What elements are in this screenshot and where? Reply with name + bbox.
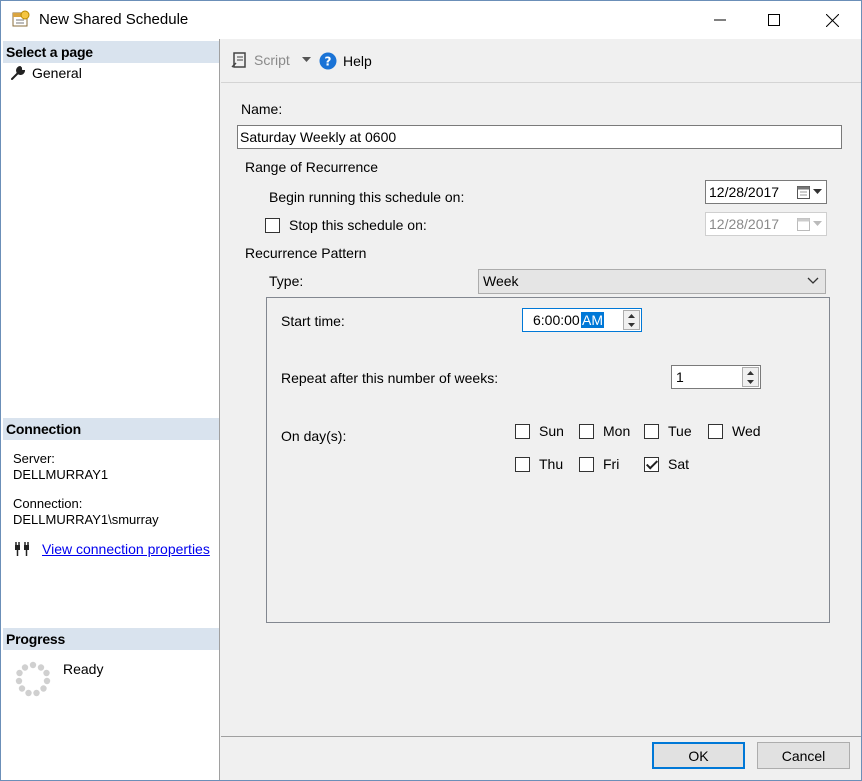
chevron-down-icon [807,277,819,284]
connection-value: DELLMURRAY1\smurray [13,512,159,527]
schedule-icon [12,10,30,27]
help-button[interactable]: ? Help [319,52,372,70]
day-sat-label: Sat [668,456,690,472]
progress-header: Progress [3,628,219,650]
stop-schedule-checkbox[interactable] [265,218,280,233]
connection-header: Connection [3,418,219,440]
maximize-icon [768,14,780,26]
repeat-weeks-input[interactable]: 1 [671,365,761,389]
calendar-dropdown-disabled [797,217,822,231]
day-tue-label: Tue [668,423,692,439]
view-connection-properties-row: View connection properties [13,541,210,557]
start-time-label: Start time: [281,313,345,329]
svg-text:?: ? [325,55,332,69]
spin-down-icon[interactable] [624,320,639,329]
chevron-down-icon [813,221,822,226]
day-sun-label: Sun [539,423,564,439]
calendar-icon [797,218,810,231]
spin-up-icon[interactable] [624,311,639,320]
day-thu[interactable]: Thu [515,456,563,472]
type-value: Week [483,273,519,289]
day-sat[interactable]: Sat [644,456,689,472]
dialog-footer: OK Cancel [221,736,861,780]
main-form: Name: Saturday Weekly at 0600 Range of R… [221,84,861,736]
cancel-button[interactable]: Cancel [757,742,850,769]
day-wed[interactable]: Wed [708,423,761,439]
progress-status: Ready [63,661,104,677]
page-item-label: General [32,65,82,81]
minimize-button[interactable] [697,1,743,39]
close-button[interactable] [809,1,855,39]
repeat-weeks-value: 1 [676,369,684,385]
connection-properties-icon [15,542,29,556]
start-time-value: 6:00:00 [533,312,580,328]
begin-date-value: 12/28/2017 [709,184,780,200]
script-icon [231,52,246,68]
server-label: Server: [13,451,55,466]
type-select[interactable]: Week [478,269,826,294]
day-thu-label: Thu [539,456,564,472]
day-mon[interactable]: Mon [579,423,630,439]
begin-running-label: Begin running this schedule on: [269,189,465,205]
day-mon-label: Mon [603,423,631,439]
sidebar: Select a page General Connection Server:… [1,39,220,780]
day-thu-checkbox[interactable] [515,456,530,472]
dialog-window: New Shared Schedule Select a page Genera… [0,0,862,781]
day-fri-label: Fri [603,456,620,472]
repeat-weeks-spinner[interactable] [742,367,759,387]
stop-date-value: 12/28/2017 [709,216,780,232]
begin-date-picker[interactable]: 12/28/2017 [705,180,827,204]
repeat-weeks-label: Repeat after this number of weeks: [281,370,499,386]
start-time-spinner[interactable] [623,310,640,330]
window-title: New Shared Schedule [39,11,189,28]
wrench-icon [11,66,25,80]
day-sat-checkbox[interactable] [644,456,659,472]
script-label: Script [254,52,290,68]
script-button[interactable]: Script [231,52,311,68]
spin-down-icon[interactable] [743,377,758,386]
view-connection-properties-link[interactable]: View connection properties [42,541,210,557]
day-tue-checkbox[interactable] [644,423,659,439]
progress-spinner-icon [15,661,51,697]
day-sun[interactable]: Sun [515,423,564,439]
start-time-input[interactable]: 6:00:00 AM [522,308,642,332]
name-label: Name: [241,101,283,117]
on-days-label: On day(s): [281,428,347,444]
toolbar: Script ? Help [221,39,861,83]
stop-schedule-label: Stop this schedule on: [289,217,427,233]
help-icon: ? [319,52,337,70]
range-of-recurrence-label: Range of Recurrence [245,159,379,175]
title-bar: New Shared Schedule [1,1,861,39]
day-sun-checkbox[interactable] [515,423,530,439]
chevron-down-icon [813,189,822,194]
select-page-header: Select a page [3,41,219,63]
close-icon [825,13,839,27]
chevron-down-icon[interactable] [301,57,311,63]
spin-up-icon[interactable] [743,368,758,377]
day-tue[interactable]: Tue [644,423,692,439]
day-wed-checkbox[interactable] [708,423,723,439]
calendar-icon [797,186,810,199]
maximize-button[interactable] [751,1,797,39]
connection-label: Connection: [13,496,83,511]
day-wed-label: Wed [732,423,761,439]
name-input[interactable]: Saturday Weekly at 0600 [237,125,842,149]
page-item-general[interactable]: General [11,65,82,81]
help-label: Help [343,53,372,69]
start-time-ampm: AM [581,312,604,328]
type-label: Type: [269,273,304,289]
server-value: DELLMURRAY1 [13,467,109,482]
weekly-options-panel: Start time: 6:00:00 AM Repeat after this… [266,297,830,623]
calendar-dropdown[interactable] [797,185,822,199]
ok-button[interactable]: OK [652,742,745,769]
minimize-icon [714,19,726,21]
day-fri[interactable]: Fri [579,456,619,472]
stop-date-picker: 12/28/2017 [705,212,827,236]
recurrence-pattern-label: Recurrence Pattern [245,245,367,261]
day-mon-checkbox[interactable] [579,423,594,439]
day-fri-checkbox[interactable] [579,456,594,472]
